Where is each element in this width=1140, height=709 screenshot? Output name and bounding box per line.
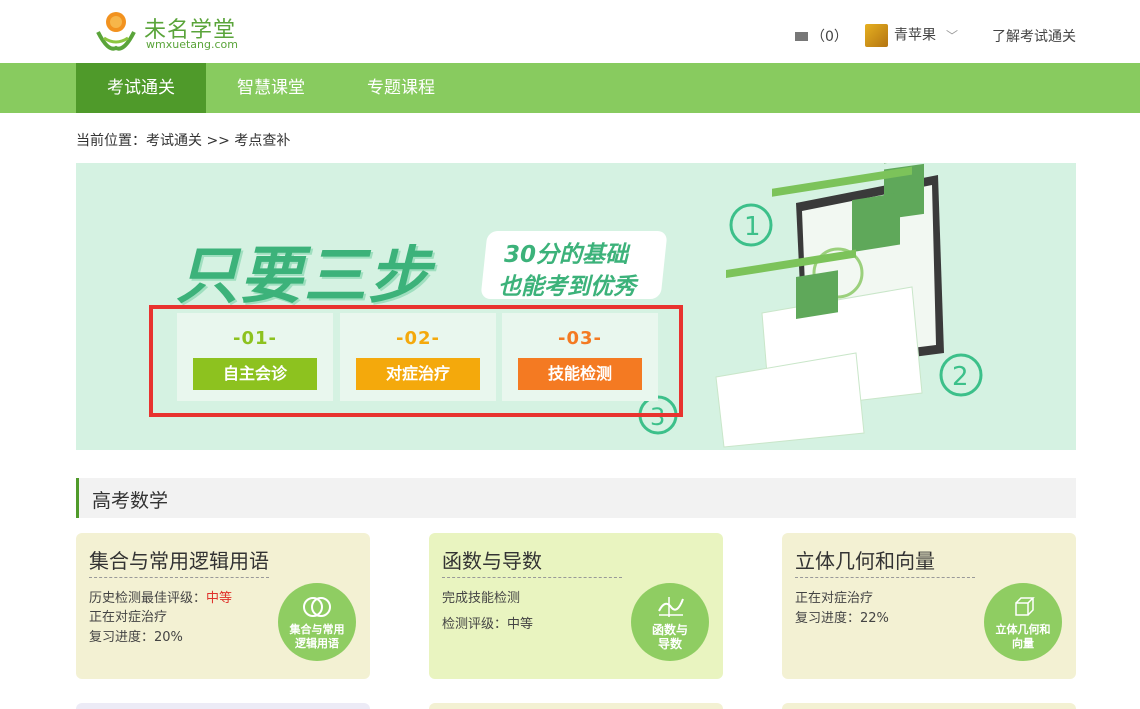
venn-diagram-icon bbox=[303, 597, 331, 617]
username: 青苹果 bbox=[894, 27, 936, 44]
rating-value: 中等 bbox=[206, 591, 233, 606]
card-title: 立体几何和向量 bbox=[795, 549, 935, 573]
mail-count: （0） bbox=[811, 29, 848, 45]
topic-card-geometry-vectors[interactable]: 立体几何和向量 正在对症治疗 复习进度：22% 立体几何和向量 bbox=[782, 533, 1076, 679]
step-2-button[interactable]: 对症治疗 bbox=[356, 358, 480, 390]
card-progress: 复习进度：20% bbox=[89, 630, 183, 645]
top-header: 未名学堂 wmxuetang.com （0） 青苹果 ﹀ 了解考试通关 bbox=[0, 0, 1140, 63]
step-2-number: -02- bbox=[396, 328, 440, 349]
divider bbox=[795, 577, 975, 578]
function-graph-icon bbox=[658, 597, 684, 617]
divider bbox=[442, 577, 622, 578]
divider bbox=[89, 577, 269, 578]
topic-card-functions[interactable]: 函数与导数 完成技能检测 检测评级：中等 函数与导数 bbox=[429, 533, 723, 679]
mail-link[interactable]: （0） bbox=[795, 26, 848, 46]
step-1-button[interactable]: 自主会诊 bbox=[193, 358, 317, 390]
banner-subtitle-2: 也能考到优秀 bbox=[498, 274, 636, 300]
circle-label: 集合与常用逻辑用语 bbox=[289, 623, 345, 650]
main-nav: 考试通关 智慧课堂 专题课程 bbox=[0, 63, 1140, 113]
circle-label: 立体几何和向量 bbox=[995, 623, 1051, 650]
step-1-number: -01- bbox=[233, 328, 277, 349]
logo-sun-icon bbox=[96, 12, 136, 51]
card-title: 函数与导数 bbox=[442, 549, 542, 573]
card-status-line: 完成技能检测 bbox=[442, 591, 521, 606]
mail-icon bbox=[795, 31, 808, 41]
card-status-line: 检测评级：中等 bbox=[442, 617, 534, 632]
step-3-card[interactable]: -03- 技能检测 bbox=[502, 313, 658, 401]
banner-headline: 只要三步 bbox=[176, 239, 433, 312]
tab-exam[interactable]: 考试通关 bbox=[76, 63, 206, 113]
topic-card-next[interactable] bbox=[782, 703, 1076, 709]
card-status-line: 正在对症治疗 bbox=[89, 610, 168, 625]
topic-card-sets-logic[interactable]: 集合与常用逻辑用语 历史检测最佳评级：中等 正在对症治疗 复习进度：20% 集合… bbox=[76, 533, 370, 679]
card-status-line: 正在对症治疗 bbox=[795, 591, 874, 606]
tab-topic-course[interactable]: 专题课程 bbox=[336, 63, 466, 113]
topic-circle-button[interactable]: 函数与导数 bbox=[631, 583, 709, 661]
card-title: 集合与常用逻辑用语 bbox=[89, 549, 269, 573]
banner-subtitle-1: 30分的基础 bbox=[504, 242, 629, 268]
section-title: 高考数学 bbox=[92, 490, 169, 512]
topic-card-next[interactable] bbox=[76, 703, 370, 709]
user-menu[interactable]: 青苹果 ﹀ bbox=[865, 24, 958, 47]
topic-circle-button[interactable]: 立体几何和向量 bbox=[984, 583, 1062, 661]
svg-text:3: 3 bbox=[650, 403, 665, 431]
promo-banner: 1 2 3 只要三步 30分的基础 也能考到优秀 -01- 自主会诊 -02- … bbox=[76, 163, 1076, 450]
tab-smart-class[interactable]: 智慧课堂 bbox=[206, 63, 336, 113]
site-logo[interactable]: 未名学堂 wmxuetang.com bbox=[94, 8, 254, 54]
svg-text:1: 1 bbox=[744, 212, 761, 242]
cube-icon bbox=[1015, 597, 1035, 616]
card-progress: 复习进度：22% bbox=[795, 611, 889, 626]
breadcrumb: 当前位置：考试通关 >> 考点查补 bbox=[76, 133, 291, 149]
section-heading: 高考数学 bbox=[76, 478, 1076, 518]
step-3-button[interactable]: 技能检测 bbox=[518, 358, 642, 390]
avatar bbox=[865, 24, 888, 47]
circle-label: 函数与导数 bbox=[651, 623, 688, 651]
svg-text:2: 2 bbox=[952, 362, 969, 392]
card-status-line: 历史检测最佳评级：中等 bbox=[89, 591, 233, 606]
topic-card-next[interactable] bbox=[429, 703, 723, 709]
step-1-card[interactable]: -01- 自主会诊 bbox=[177, 313, 333, 401]
logo-domain: wmxuetang.com bbox=[146, 38, 238, 51]
step-2-card[interactable]: -02- 对症治疗 bbox=[340, 313, 496, 401]
learn-exam-link[interactable]: 了解考试通关 bbox=[992, 26, 1076, 46]
chevron-down-icon: ﹀ bbox=[946, 28, 959, 43]
step-3-number: -03- bbox=[558, 328, 602, 349]
topic-circle-button[interactable]: 集合与常用逻辑用语 bbox=[278, 583, 356, 661]
